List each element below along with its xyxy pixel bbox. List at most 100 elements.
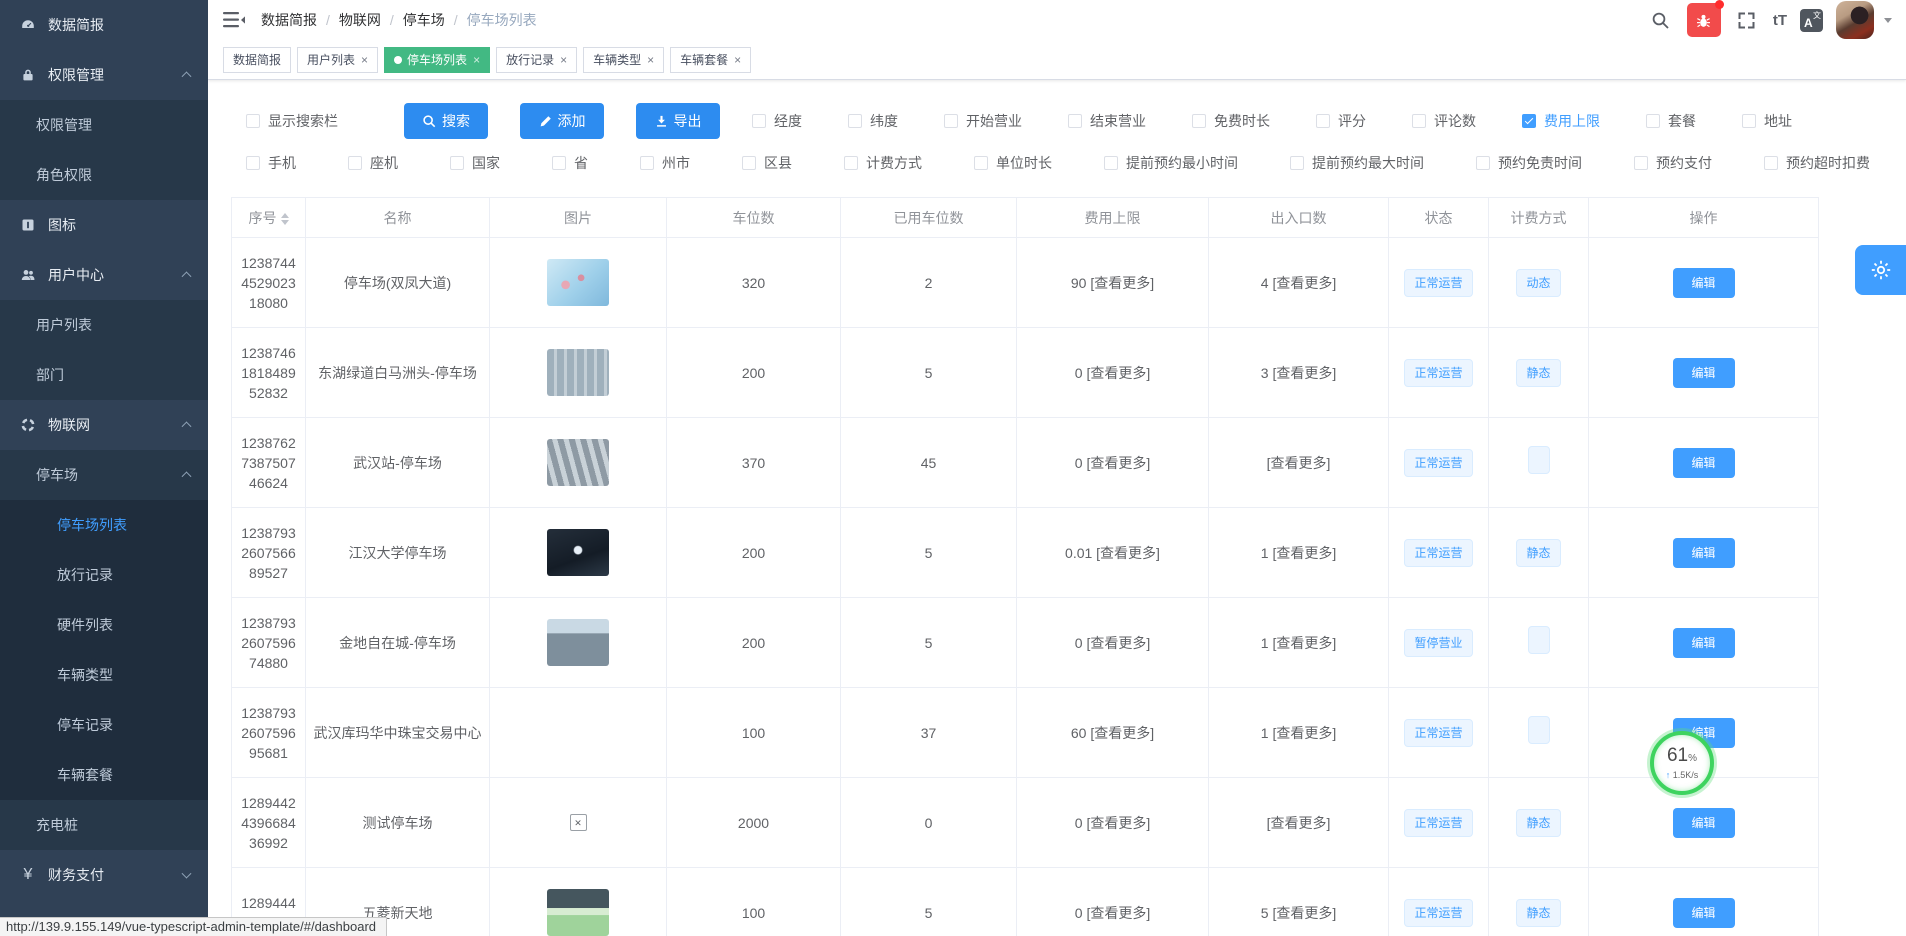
filter-package[interactable]: 套餐 <box>1646 111 1696 131</box>
search-button[interactable]: 搜索 <box>404 103 488 139</box>
sidebar-item-user-center[interactable]: 用户中心 <box>0 250 208 300</box>
close-icon[interactable]: × <box>473 54 480 66</box>
avatar[interactable] <box>1836 1 1874 39</box>
tab-vehicle-type[interactable]: 车辆类型× <box>583 47 664 73</box>
close-icon[interactable]: × <box>361 54 368 66</box>
filter-max-reserve-time[interactable]: 提前预约最大时间 <box>1290 153 1424 173</box>
settings-gear-button[interactable] <box>1855 245 1906 295</box>
sidebar-item-permission-sub[interactable]: 权限管理 <box>0 100 208 150</box>
fee-view-more-link[interactable]: 0 [查看更多] <box>1017 418 1209 508</box>
filter-min-reserve-time[interactable]: 提前预约最小时间 <box>1104 153 1238 173</box>
add-button[interactable]: 添加 <box>520 103 604 139</box>
fee-view-more-link[interactable]: 90 [查看更多] <box>1017 238 1209 328</box>
sidebar-item-parking-records[interactable]: 停车记录 <box>0 700 208 750</box>
fee-view-more-link[interactable]: 0.01 [查看更多] <box>1017 508 1209 598</box>
breadcrumb-item[interactable]: 停车场 <box>403 10 445 30</box>
translate-icon[interactable]: A 文 <box>1800 9 1823 32</box>
fee-view-more-link[interactable]: 0 [查看更多] <box>1017 598 1209 688</box>
close-icon[interactable]: × <box>560 54 567 66</box>
gates-view-more-link[interactable]: 1 [查看更多] <box>1209 508 1389 598</box>
filter-landline[interactable]: 座机 <box>348 153 398 173</box>
filter-close-time[interactable]: 结束营业 <box>1068 111 1146 131</box>
tab-pass-records[interactable]: 放行记录× <box>496 47 577 73</box>
error-log-button[interactable] <box>1687 3 1721 37</box>
fee-view-more-link[interactable]: 0 [查看更多] <box>1017 868 1209 936</box>
edit-button[interactable]: 编辑 <box>1673 448 1735 478</box>
sidebar-item-dashboard[interactable]: 数据简报 <box>0 0 208 50</box>
filter-address[interactable]: 地址 <box>1742 111 1792 131</box>
chevron-up-icon <box>182 421 192 431</box>
filter-reserve-free-time[interactable]: 预约免责时间 <box>1476 153 1582 173</box>
filter-unit-duration[interactable]: 单位时长 <box>974 153 1052 173</box>
gates-view-more-link[interactable]: 1 [查看更多] <box>1209 598 1389 688</box>
filter-reserve-payment[interactable]: 预约支付 <box>1634 153 1712 173</box>
close-icon[interactable]: × <box>734 54 741 66</box>
fee-view-more-link[interactable]: 0 [查看更多] <box>1017 778 1209 868</box>
tab-dashboard[interactable]: 数据简报 <box>223 47 291 73</box>
user-menu-caret-icon[interactable] <box>1884 18 1892 23</box>
text-size-icon[interactable]: tT <box>1773 12 1787 29</box>
gates-view-more-link[interactable]: 3 [查看更多] <box>1209 328 1389 418</box>
sidebar-item-role-permission[interactable]: 角色权限 <box>0 150 208 200</box>
edit-button[interactable]: 编辑 <box>1673 628 1735 658</box>
filter-mobile[interactable]: 手机 <box>246 153 296 173</box>
breadcrumb-item[interactable]: 物联网 <box>339 10 381 30</box>
filter-billing-mode[interactable]: 计费方式 <box>844 153 922 173</box>
sidebar-item-user-list[interactable]: 用户列表 <box>0 300 208 350</box>
filter-province[interactable]: 省 <box>552 153 588 173</box>
edit-button[interactable]: 编辑 <box>1673 538 1735 568</box>
gates-view-more-link[interactable]: [查看更多] <box>1209 418 1389 508</box>
sidebar-item-finance-payment[interactable]: ¥ 财务支付 <box>0 850 208 900</box>
sidebar-item-department[interactable]: 部门 <box>0 350 208 400</box>
fee-view-more-link[interactable]: 0 [查看更多] <box>1017 328 1209 418</box>
sidebar-item-parking[interactable]: 停车场 <box>0 450 208 500</box>
export-button[interactable]: 导出 <box>636 103 720 139</box>
sidebar-item-parking-list[interactable]: 停车场列表 <box>0 500 208 550</box>
gates-view-more-link[interactable]: 5 [查看更多] <box>1209 868 1389 936</box>
breadcrumb-separator: / <box>454 12 458 28</box>
show-search-checkbox[interactable]: 显示搜索栏 <box>246 111 338 131</box>
sidebar-item-charging-pile[interactable]: 充电桩 <box>0 800 208 850</box>
edit-button[interactable]: 编辑 <box>1673 898 1735 928</box>
gates-view-more-link[interactable]: 4 [查看更多] <box>1209 238 1389 328</box>
edit-button[interactable]: 编辑 <box>1673 808 1735 838</box>
filter-open-time[interactable]: 开始营业 <box>944 111 1022 131</box>
edit-button[interactable]: 编辑 <box>1673 358 1735 388</box>
filter-district[interactable]: 区县 <box>742 153 792 173</box>
gates-view-more-link[interactable]: 1 [查看更多] <box>1209 688 1389 778</box>
fee-view-more-link[interactable]: 60 [查看更多] <box>1017 688 1209 778</box>
sidebar-item-vehicle-package[interactable]: 车辆套餐 <box>0 750 208 800</box>
sort-icon[interactable] <box>281 213 289 225</box>
filter-longitude[interactable]: 经度 <box>752 111 802 131</box>
close-icon[interactable]: × <box>647 54 654 66</box>
filter-free-duration[interactable]: 免费时长 <box>1192 111 1270 131</box>
filter-country[interactable]: 国家 <box>450 153 500 173</box>
filter-comment-count[interactable]: 评论数 <box>1412 111 1476 131</box>
checkbox-icon <box>1742 114 1756 128</box>
fullscreen-icon[interactable] <box>1734 7 1760 33</box>
sidebar-item-hardware-list[interactable]: 硬件列表 <box>0 600 208 650</box>
billing-badge-empty <box>1528 716 1550 744</box>
sidebar-toggle-icon[interactable] <box>223 11 245 29</box>
col-header-id[interactable]: 序号 <box>232 198 306 238</box>
search-icon[interactable] <box>1648 7 1674 33</box>
filter-latitude[interactable]: 纬度 <box>848 111 898 131</box>
sidebar-item-permission[interactable]: 权限管理 <box>0 50 208 100</box>
sidebar-item-iot[interactable]: 物联网 <box>0 400 208 450</box>
filter-city[interactable]: 州市 <box>640 153 690 173</box>
edit-button[interactable]: 编辑 <box>1673 268 1735 298</box>
breadcrumb-item[interactable]: 数据简报 <box>261 10 317 30</box>
tab-parking-list[interactable]: 停车场列表× <box>384 47 490 73</box>
sidebar-item-vehicle-type[interactable]: 车辆类型 <box>0 650 208 700</box>
sidebar-item-pass-records[interactable]: 放行记录 <box>0 550 208 600</box>
filter-reserve-overtime-fee[interactable]: 预约超时扣费 <box>1764 153 1870 173</box>
sidebar-item-icons[interactable]: 图标 <box>0 200 208 250</box>
tab-user-list[interactable]: 用户列表× <box>297 47 378 73</box>
filter-rating[interactable]: 评分 <box>1316 111 1366 131</box>
checkbox-icon <box>1634 156 1648 170</box>
tab-vehicle-package[interactable]: 车辆套餐× <box>670 47 751 73</box>
filter-fee-limit[interactable]: 费用上限 <box>1522 111 1600 131</box>
net-speed-widget[interactable]: 61% ↑ 1.5K/s <box>1650 731 1714 795</box>
row-used: 37 <box>841 688 1017 778</box>
gates-view-more-link[interactable]: [查看更多] <box>1209 778 1389 868</box>
